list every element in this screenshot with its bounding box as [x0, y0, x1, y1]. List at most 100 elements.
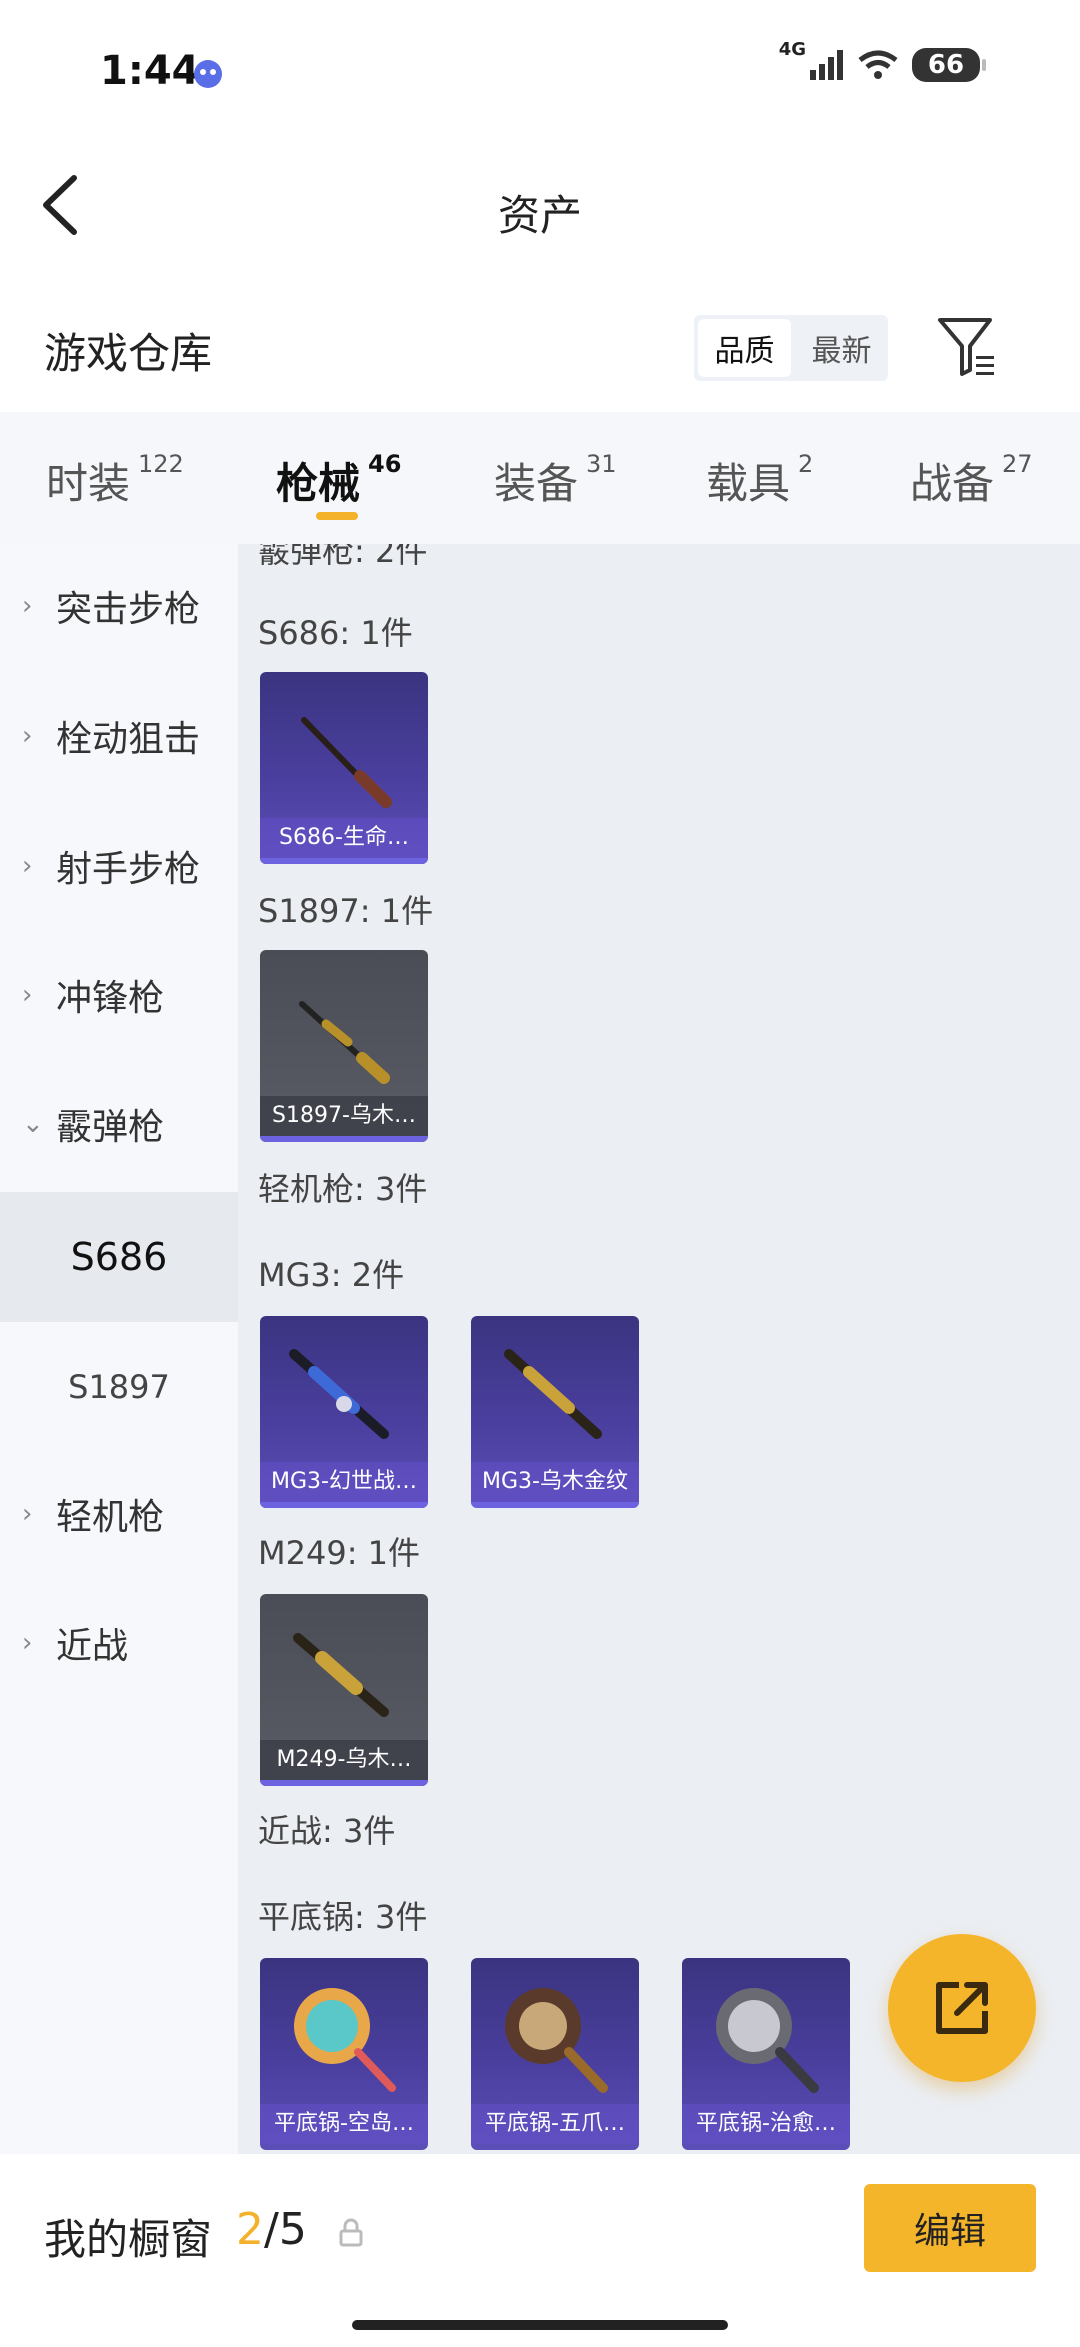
machine-gun-image-icon: [293, 1633, 389, 1717]
warehouse-title: 游戏仓库: [44, 329, 213, 378]
weapon-list: 霰弹枪: 2件 S686: 1件 S686-生命… S1897: 1件 S189…: [238, 544, 1080, 2154]
tab-label: 装备: [494, 459, 579, 508]
sort-option-newest[interactable]: 最新: [795, 315, 888, 381]
machine-gun-image-icon: [289, 1349, 389, 1439]
weapon-card-name: 平底锅-空岛…: [260, 2104, 428, 2144]
section-label-melee: 近战: 3件: [258, 1812, 396, 1850]
tab-label: 战备: [910, 459, 995, 508]
weapon-card-name: MG3-幻世战…: [260, 1462, 428, 1502]
sidebar-subitem-s686[interactable]: S686: [0, 1192, 238, 1322]
tab-count: 122: [138, 450, 184, 478]
network-type: 4G: [778, 38, 806, 60]
sort-toggle: 品质 最新: [694, 315, 888, 381]
chevron-right-icon: ›: [22, 980, 33, 1010]
section-label-lmg: 轻机枪: 3件: [258, 1170, 428, 1208]
rarity-bar: [471, 1502, 639, 1508]
nav-bar: 资产: [0, 150, 1080, 260]
sidebar-item-label: 栓动狙击: [56, 719, 201, 760]
weapon-card-name: MG3-乌木金纹: [471, 1462, 639, 1502]
showcase-count-current: 2: [236, 2204, 264, 2255]
status-time: 1:44: [100, 48, 200, 94]
tab-weapons[interactable]: 枪械 46: [276, 450, 401, 511]
section-label-m249: M249: 1件: [258, 1534, 421, 1572]
chevron-right-icon: ›: [22, 1499, 33, 1529]
home-indicator: [352, 2320, 728, 2330]
weapon-card-mg3-b[interactable]: MG3-乌木金纹: [471, 1316, 639, 1508]
tab-count: 31: [586, 450, 617, 478]
frying-pan-image-icon: [716, 1988, 819, 2093]
share-fab-button[interactable]: [888, 1934, 1036, 2082]
weapon-card-name: S1897-乌木…: [260, 1096, 428, 1136]
active-tab-indicator: [316, 512, 358, 520]
signal-icon: [810, 50, 843, 80]
chevron-down-icon: ⌄: [22, 1109, 44, 1139]
tab-equipment[interactable]: 装备 31: [494, 450, 617, 511]
edit-button[interactable]: 编辑: [864, 2184, 1036, 2272]
weapon-card-s1897[interactable]: S1897-乌木…: [260, 950, 428, 1142]
rarity-bar: [260, 1780, 428, 1786]
tab-count: 2: [798, 450, 814, 478]
category-tabs: 时装 122 枪械 46 装备 31 载具 2 战备 27: [0, 412, 1080, 544]
sidebar-item-lmg[interactable]: › 轻机枪: [0, 1449, 238, 1579]
app-notification-icon: [194, 60, 222, 88]
weapon-card-name: 平底锅-五爪…: [471, 2104, 639, 2144]
sidebar-item-label: 突击步枪: [56, 589, 201, 630]
filter-icon[interactable]: [934, 312, 1000, 382]
sidebar-item-label: 射手步枪: [56, 849, 201, 890]
weapon-card-name: S686-生命…: [260, 818, 428, 858]
showcase-count-separator: /: [264, 2204, 279, 2255]
weapon-type-sidebar: › 突击步枪 › 栓动狙击 › 射手步枪 › 冲锋枪 ⌄ 霰弹枪 S686 S1897 ›…: [0, 544, 238, 2154]
sidebar-item-label: 冲锋枪: [56, 978, 165, 1019]
sidebar-item-marksman-rifle[interactable]: › 射手步枪: [0, 801, 238, 931]
section-label-shotgun: 霰弹枪: 2件: [258, 544, 428, 570]
weapon-card-pan-c[interactable]: 平底锅-治愈…: [682, 1958, 850, 2150]
shotgun-image-icon: [299, 1001, 390, 1084]
weapon-card-pan-b[interactable]: 平底锅-五爪…: [471, 1958, 639, 2150]
external-link-icon: [936, 1982, 988, 2034]
rarity-bar: [260, 1136, 428, 1142]
sidebar-item-label: 近战: [56, 1626, 129, 1667]
tab-label: 载具: [706, 459, 791, 508]
sidebar-item-assault-rifle[interactable]: › 突击步枪: [0, 544, 238, 671]
wifi-icon: [858, 50, 898, 79]
sidebar-subitem-s1897[interactable]: S1897: [0, 1322, 238, 1452]
showcase-count: 2/5: [236, 2204, 307, 2255]
sidebar-item-label: 霰弹枪: [56, 1107, 165, 1148]
chevron-right-icon: ›: [22, 1628, 33, 1658]
sidebar-item-bolt-sniper[interactable]: › 栓动狙击: [0, 671, 238, 801]
sidebar-item-melee[interactable]: › 近战: [0, 1578, 238, 1708]
weapon-card-s686[interactable]: S686-生命…: [260, 672, 428, 864]
frying-pan-image-icon: [505, 1988, 608, 2093]
chevron-right-icon: ›: [22, 851, 33, 881]
status-bar: 1:44 4G 66: [0, 0, 1080, 150]
shotgun-image-icon: [301, 717, 392, 808]
sidebar-item-smg[interactable]: › 冲锋枪: [0, 930, 238, 1060]
section-label-s1897: S1897: 1件: [258, 892, 434, 930]
tab-costume[interactable]: 时装 122: [46, 450, 184, 511]
rarity-bar: [260, 858, 428, 864]
weapon-card-pan-a[interactable]: 平底锅-空岛…: [260, 1958, 428, 2150]
weapon-card-name: 平底锅-治愈…: [682, 2104, 850, 2144]
lock-icon: [339, 2218, 363, 2247]
section-label-pan: 平底锅: 3件: [258, 1898, 428, 1936]
chevron-right-icon: ›: [22, 721, 33, 751]
page-title: 资产: [497, 191, 582, 240]
sidebar-item-label: 轻机枪: [56, 1497, 165, 1538]
frying-pan-image-icon: [294, 1988, 396, 2092]
sidebar-item-shotgun[interactable]: ⌄ 霰弹枪: [0, 1059, 238, 1189]
rarity-bar: [260, 1502, 428, 1508]
sort-option-quality[interactable]: 品质: [698, 319, 791, 377]
tab-label: 枪械: [276, 459, 361, 508]
tab-count: 46: [368, 450, 402, 478]
battery-indicator: 66: [912, 48, 986, 82]
weapon-card-m249[interactable]: M249-乌木…: [260, 1594, 428, 1786]
section-label-mg3: MG3: 2件: [258, 1256, 405, 1294]
tab-supplies[interactable]: 战备 27: [910, 450, 1033, 511]
tab-vehicles[interactable]: 载具 2: [706, 450, 813, 511]
machine-gun-image-icon: [504, 1349, 602, 1439]
weapon-card-mg3-a[interactable]: MG3-幻世战…: [260, 1316, 428, 1508]
tab-count: 27: [1002, 450, 1033, 478]
section-label-s686: S686: 1件: [258, 614, 413, 652]
tab-label: 时装: [46, 459, 131, 508]
showcase-label: 我的橱窗: [44, 2215, 213, 2264]
